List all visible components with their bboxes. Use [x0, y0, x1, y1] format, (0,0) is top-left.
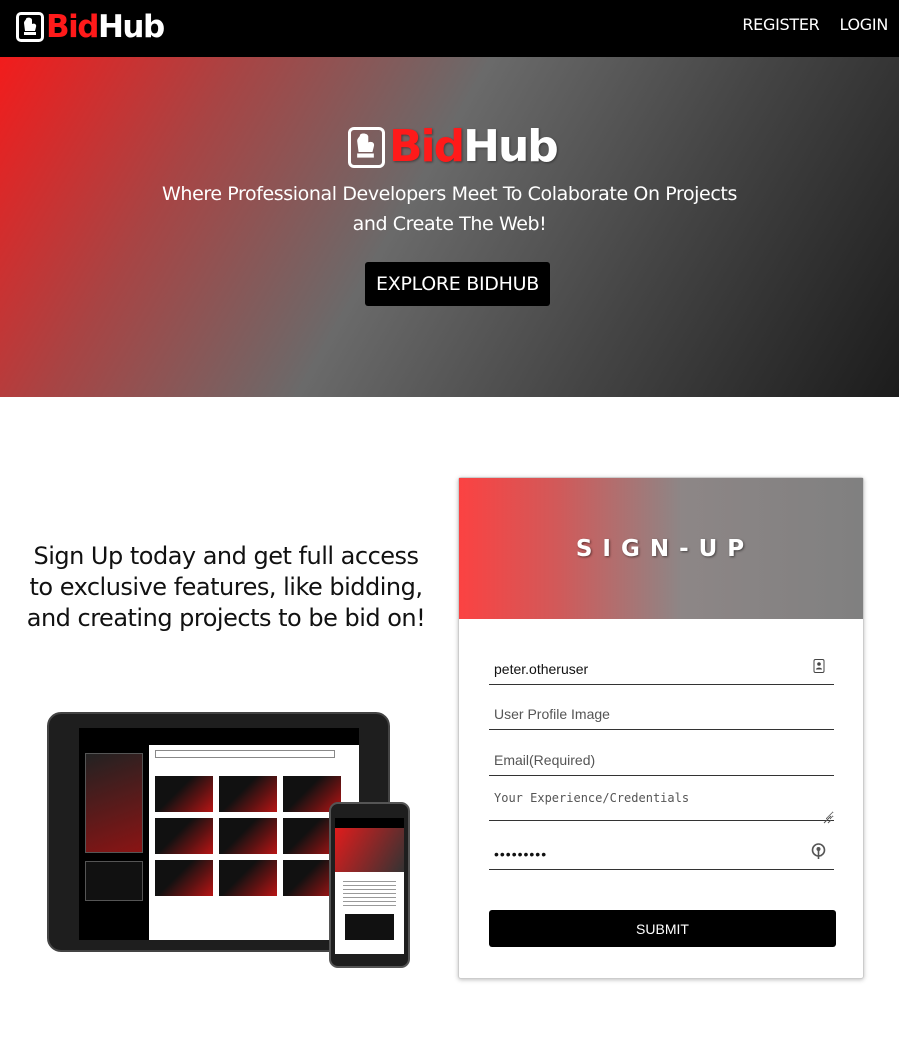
logo-bid-text: Bid [46, 8, 99, 45]
email-input[interactable] [489, 744, 834, 776]
profile-image-input[interactable] [489, 698, 834, 730]
hero-logo-hub-text: Hub [463, 121, 559, 172]
hero-banner: BidHub Where Professional Developers Mee… [0, 57, 899, 397]
username-input[interactable] [489, 653, 834, 685]
hero-logo-text: BidHub [389, 125, 559, 169]
register-link[interactable]: REGISTER [742, 15, 819, 34]
hero-tagline: Where Professional Developers Meet To Co… [162, 183, 737, 235]
experience-textarea[interactable] [489, 786, 834, 821]
key-icon[interactable] [811, 843, 826, 859]
tablet-screen [79, 728, 359, 940]
explore-bidhub-button[interactable]: EXPLORE BIDHUB [365, 262, 550, 306]
hero-logo: BidHub [348, 125, 559, 169]
password-input[interactable] [489, 838, 834, 870]
logo-hub-text: Hub [97, 8, 165, 45]
phone-mockup-image [329, 802, 410, 968]
oven-mitt-icon [348, 126, 385, 168]
signup-promo-text: Sign Up today and get full access to exc… [26, 542, 426, 632]
oven-mitt-icon [16, 12, 44, 42]
login-link[interactable]: LOGIN [839, 15, 888, 34]
navbar-logo-text: BidHub [46, 8, 165, 45]
nav-links: REGISTER LOGIN [742, 15, 888, 34]
hero-logo-bid-text: Bid [389, 121, 465, 172]
phone-screen [335, 818, 404, 954]
signup-card-header: SIGN-UP [459, 478, 863, 619]
contact-card-icon [812, 659, 826, 673]
navbar-logo[interactable]: BidHub [16, 8, 165, 45]
submit-button[interactable]: SUBMIT [489, 910, 836, 947]
signup-title: SIGN-UP [575, 535, 755, 562]
resize-grip-icon[interactable] [823, 811, 832, 824]
top-navbar: BidHub REGISTER LOGIN [0, 0, 899, 57]
signup-card: SIGN-UP SUBMIT [458, 477, 864, 979]
